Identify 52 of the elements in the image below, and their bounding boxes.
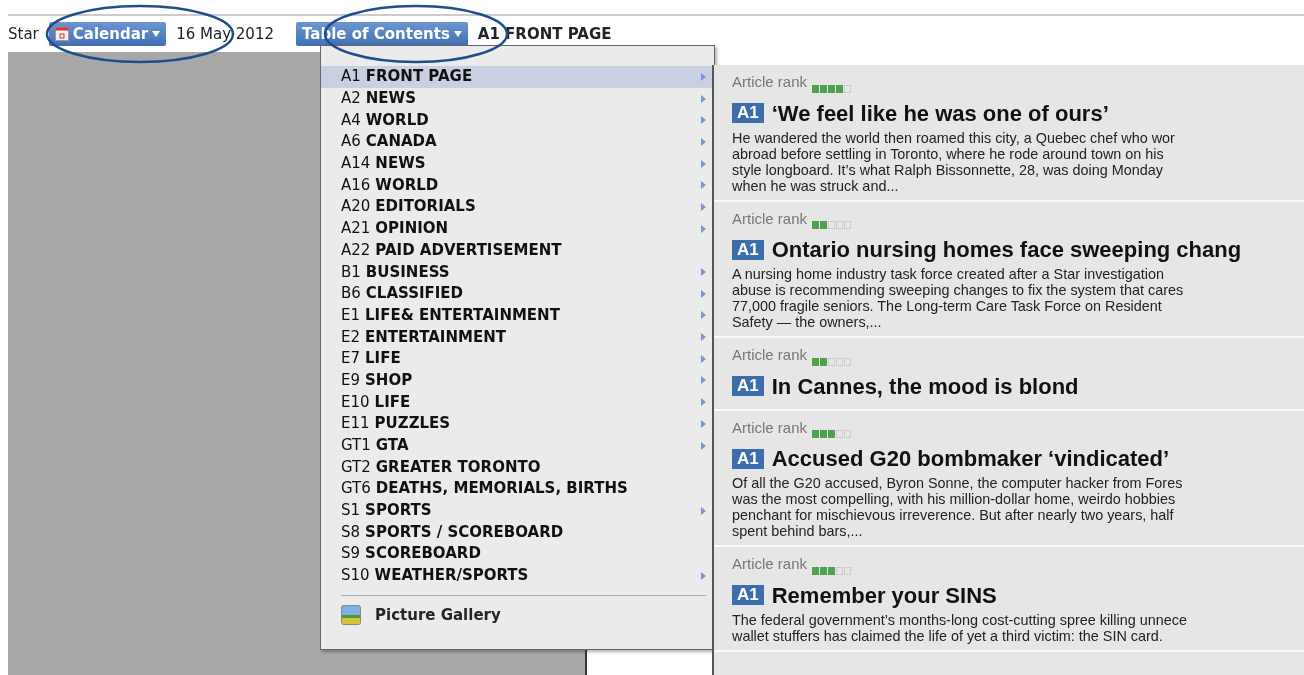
menu-item[interactable]: S1 SPORTS: [321, 499, 714, 522]
article-rank-label: Article rank: [732, 208, 808, 229]
menu-item[interactable]: S10 WEATHER/SPORTS: [321, 564, 714, 587]
article-rank-label: Article rank: [732, 554, 808, 574]
menu-item[interactable]: GT6 DEATHS, MEMORIALS, BIRTHS: [321, 478, 714, 500]
calendar-icon: [54, 27, 69, 41]
menu-item[interactable]: E1 LIFE& ENTERTAINMENT: [321, 304, 714, 327]
menu-item[interactable]: A2 NEWS: [321, 87, 714, 110]
headline-link[interactable]: In Cannes, the mood is blond: [771, 369, 1079, 403]
menu-item[interactable]: A22 PAID ADVERTISEMENT: [321, 239, 714, 262]
menu-item[interactable]: E7 LIFE: [321, 347, 714, 370]
headline-link[interactable]: Accused G20 bombmaker ‘vindicated’: [771, 442, 1170, 475]
page-tag: A1: [732, 448, 764, 469]
menu-item[interactable]: A14 NEWS: [321, 152, 714, 175]
menu-item[interactable]: S8 SPORTS / SCOREBOARD: [321, 521, 714, 544]
picture-gallery-item[interactable]: Picture Gallery: [321, 603, 714, 626]
page-tag: A1: [732, 239, 764, 260]
menu-item[interactable]: A20 EDITORIALS: [321, 196, 714, 218]
article-rank-label: Article rank: [732, 417, 808, 438]
headline-link[interactable]: Ontario nursing homes face sweeping chang: [771, 233, 1242, 266]
page-tag: A1: [732, 103, 764, 123]
menu-item[interactable]: A1 FRONT PAGE: [321, 66, 714, 88]
menu-item[interactable]: GT2 GREATER TORONTO: [321, 456, 714, 479]
headline-link[interactable]: ‘We feel like he was one of ours’: [771, 96, 1109, 130]
headline-link[interactable]: Remember your SINS: [771, 578, 997, 612]
article-summary: The federal government’s months-long cost-cutting spree killing unnece wallet stuffers has claimed the life of yet a third victim: the SIN card.: [732, 611, 1188, 644]
picture-icon: [341, 604, 361, 625]
caret-icon: [152, 31, 161, 37]
article-rank-label: Article rank: [732, 345, 808, 365]
table-of-contents-button[interactable]: Table of Contents: [295, 21, 468, 47]
menu-item[interactable]: A6 CANADA: [321, 131, 714, 153]
menu-item[interactable]: A21 OPINION: [321, 217, 714, 240]
article-rank-label: Article rank: [732, 72, 808, 92]
article-summary: Of all the G20 accused, Byron Sonne, the computer hacker from Fores was the most compelling, with his million-dollar home, weirdo hobbies penchant for mischievous irreverence. But after nearly two years, half spent behind bars,...: [732, 475, 1184, 539]
date-label: 16 May 2012: [176, 23, 274, 45]
menu-item[interactable]: E9 SHOP: [321, 369, 714, 392]
caret-icon: [453, 31, 462, 37]
menu-item[interactable]: E11 PUZZLES: [321, 413, 714, 435]
article-summary: A nursing home industry task force created after a Star investigation abuse is recommending sweeping changes to fix the system that cares 77,000 fragile seniors. The Long-term Care Task Force on Resident Safety — the owners,...: [732, 266, 1185, 330]
menu-item[interactable]: E2 ENTERTAINMENT: [321, 326, 714, 348]
toolbar-label: Star: [8, 23, 39, 45]
menu-item[interactable]: B1 BUSINESS: [321, 261, 714, 283]
page-tag: A1: [732, 585, 764, 605]
menu-item[interactable]: A4 WORLD: [321, 109, 714, 132]
menu-item[interactable]: A16 WORLD: [321, 174, 714, 197]
article-summary: He wandered the world then roamed this city, a Quebec chef who wor abroad before settling in Toronto, where he rode around town on his style longboard. It’s what Ralph Bissonnette, 28, was doing Monday when he was struck and...: [732, 129, 1176, 194]
menu-item[interactable]: E10 LIFE: [321, 391, 714, 413]
page-tag: A1: [732, 376, 764, 396]
calendar-button[interactable]: Calendar: [48, 21, 167, 47]
menu-item[interactable]: GT1 GTA: [321, 434, 714, 457]
menu-item[interactable]: S9 SCOREBOARD: [321, 543, 714, 565]
menu-item[interactable]: B6 CLASSIFIED: [321, 282, 714, 305]
